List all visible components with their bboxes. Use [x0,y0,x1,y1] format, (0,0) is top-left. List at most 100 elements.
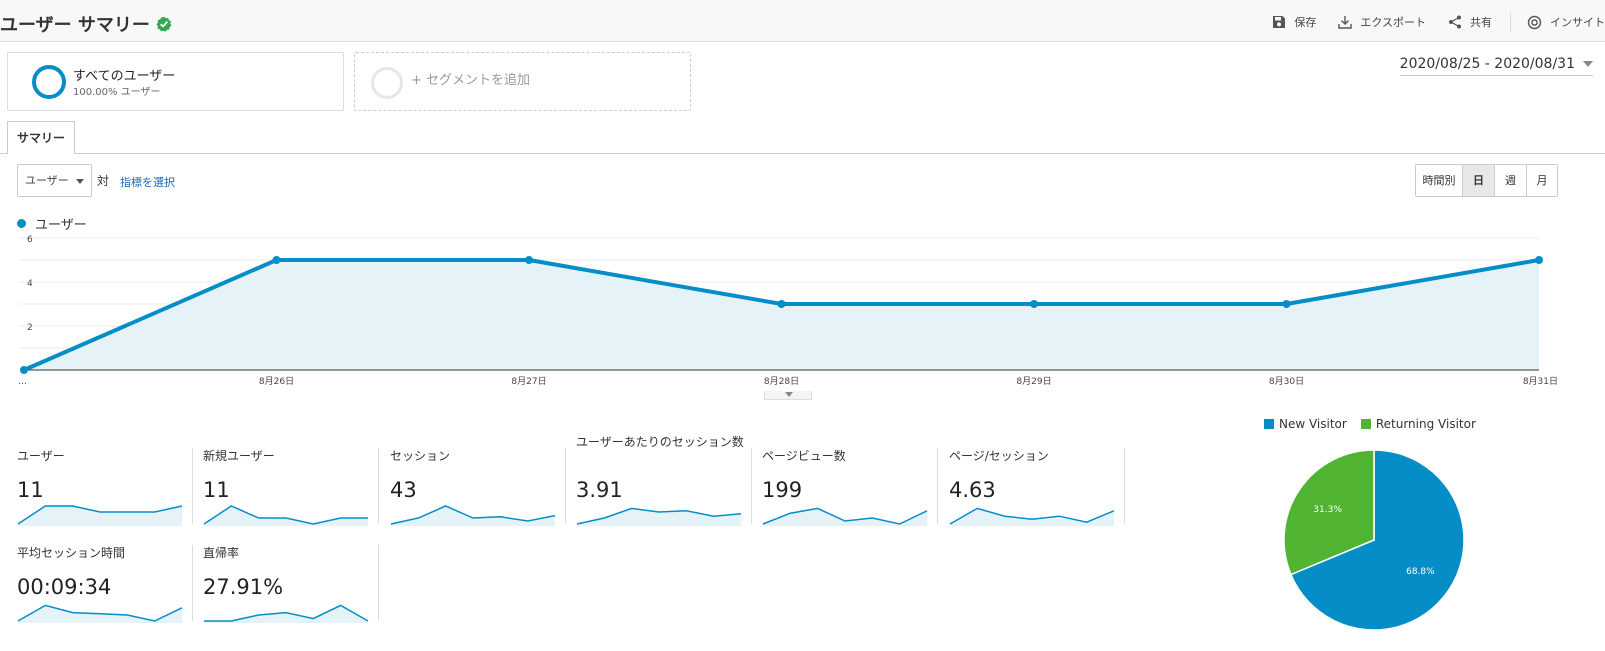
header-toolbar: 保存 エクスポート 共有 インサイト [1250,12,1605,32]
save-icon [1273,16,1286,28]
scorecard-value: 27.91% [203,575,284,599]
scorecard-sparkline [204,604,369,623]
segment-color-ring [32,65,66,99]
pie-slice-label: 31.3% [1313,505,1342,515]
toolbar-divider [1510,12,1511,32]
scorecard-label: 直帰率 [203,546,240,560]
scorecard-value: 4.63 [949,478,996,502]
share-label: 共有 [1470,16,1492,29]
segment-name: すべてのユーザー [73,69,176,84]
sparkline-fill [204,506,368,526]
x-tick-label: 8月31日 [1523,376,1558,387]
page-title-text: ユーザー サマリー [0,15,150,36]
date-range-text: 2020/08/25 - 2020/08/31 [1399,55,1575,72]
scorecard-sparkline [17,505,183,526]
sparkline-fill [18,506,182,526]
data-point[interactable] [525,256,533,264]
data-point[interactable] [20,366,28,374]
scorecard-label: ページビュー数 [762,449,846,463]
metric-dropdown[interactable]: ユーザー [17,164,92,197]
export-button[interactable]: エクスポート [1338,14,1426,30]
scorecard-value: 3.91 [576,478,623,502]
segment-placeholder-ring [371,67,403,99]
pie-legend-item-new[interactable]: New Visitor [1264,417,1347,431]
add-segment-button[interactable]: + セグメントを追加 [354,52,691,111]
visitor-type-pie-chart: 68.8% 31.3% [1283,449,1465,631]
scorecard-value: 11 [203,478,230,502]
segment-all-users[interactable]: すべてのユーザー 100.00% ユーザー [7,52,344,111]
save-button[interactable]: 保存 [1272,14,1316,30]
data-point[interactable] [1030,300,1038,308]
insight-label: インサイト [1550,16,1605,29]
scorecard-sparkline [17,604,183,623]
x-tick-label: 8月29日 [1016,376,1051,387]
granularity-month-button[interactable]: 月 [1526,165,1557,196]
x-tick-label: 8月27日 [511,376,546,387]
scorecard-value: 00:09:34 [17,575,112,599]
sparkline-fill [391,506,555,526]
legend-swatch [1264,419,1274,429]
legend-swatch [1360,419,1371,429]
scorecard[interactable]: ページビュー数 199 [752,448,938,526]
scorecard[interactable]: ユーザーあたりのセッション数 3.91 [566,436,752,526]
metric-dropdown-value: ユーザー [25,174,69,187]
granularity-day-button[interactable]: 日 [1462,165,1494,196]
data-point[interactable] [777,300,786,308]
x-tick-label: 8月26日 [259,376,294,387]
scorecard-label: 新規ユーザー [203,449,275,463]
scorecard[interactable]: 平均セッション時間 00:09:34 [7,545,193,623]
insight-button[interactable]: インサイト [1527,14,1605,30]
y-tick-label: 4 [27,279,33,289]
save-label: 保存 [1294,16,1317,29]
legend-swatch [17,219,26,228]
scorecard-label: ユーザー [17,449,65,463]
users-line-chart: 2 4 6 … 8月26日 8月27日 8月28日 8月29日 8月30日 8月31日 [18,235,1558,387]
chart-expand-toggle[interactable] [764,391,812,400]
scorecard[interactable]: セッション 43 [380,448,566,526]
date-range-picker[interactable]: 2020/08/25 - 2020/08/31 [1399,54,1593,76]
data-point[interactable] [1282,300,1291,308]
granularity-toggle: 時間別 日 週 月 [1415,164,1558,197]
chevron-down-icon [785,392,793,397]
data-point[interactable] [272,256,281,264]
download-icon [1338,16,1353,29]
insight-icon [1527,15,1542,29]
sparkline-fill [950,508,1114,526]
x-tick-label: … [18,377,27,387]
tab-summary[interactable]: サマリー [7,121,75,154]
scorecard[interactable]: 直帰率 27.91% [193,545,379,623]
scorecard-value: 199 [762,478,803,502]
granularity-week-button[interactable]: 週 [1494,165,1526,196]
pie-legend: New Visitor Returning Visitor [1264,417,1490,431]
versus-label: 対 [97,174,110,188]
x-tick-label: 8月28日 [764,376,799,387]
scorecard[interactable]: 新規ユーザー 11 [193,448,379,526]
add-segment-label: + セグメントを追加 [411,73,531,88]
share-icon [1449,15,1461,29]
granularity-hourly-button[interactable]: 時間別 [1416,165,1462,196]
y-tick-label: 2 [27,323,33,333]
scorecard-sparkline [576,507,742,526]
scorecard-value: 11 [17,478,44,502]
segment-percentage: 100.00% ユーザー [73,87,161,98]
legend-label: ユーザー [35,218,87,233]
scorecard-label: 平均セッション時間 [17,546,126,560]
pie-legend-label: Returning Visitor [1375,417,1476,431]
scorecard-sparkline [203,505,368,526]
scorecard[interactable]: ユーザー 11 [7,448,193,526]
y-tick-label: 6 [27,235,33,245]
export-label: エクスポート [1360,16,1426,29]
scorecard[interactable]: ページ/セッション 4.63 [939,448,1125,526]
scorecard-sparkline [390,505,556,526]
x-tick-label: 8月30日 [1269,376,1304,387]
pie-legend-item-returning[interactable]: Returning Visitor [1360,417,1476,431]
data-point[interactable] [1535,256,1543,264]
select-metric-link[interactable]: 指標を選択 [120,174,175,190]
sparkline-fill [577,508,741,526]
scorecard-label: セッション [390,449,451,463]
scorecard-label: ユーザーあたりのセッション数 [576,435,744,449]
verified-check-icon [156,16,172,32]
scorecard-sparkline [762,507,928,526]
share-button[interactable]: 共有 [1448,14,1492,30]
chevron-down-icon [1583,60,1593,67]
